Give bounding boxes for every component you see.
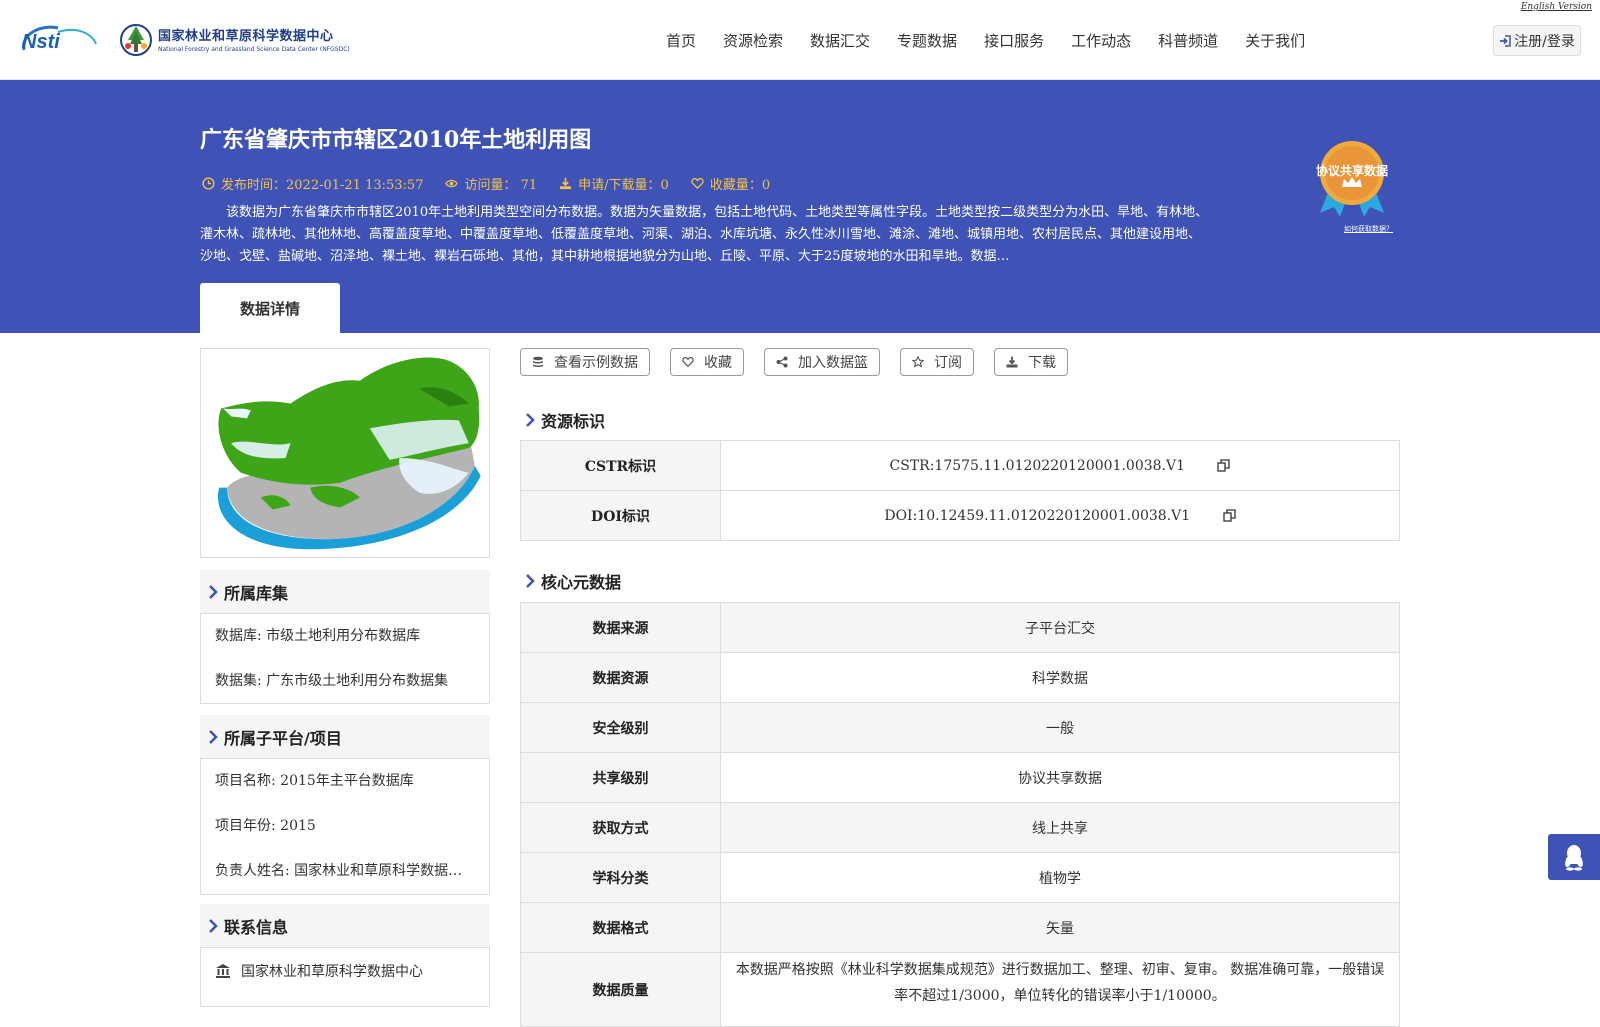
publish-time: 发布时间：2022-01-21 13:53:57 xyxy=(202,174,423,193)
collection-section-header: 所属库集 xyxy=(200,570,490,614)
login-label: 注册/登录 xyxy=(1514,33,1575,50)
download-button[interactable]: 下载 xyxy=(994,348,1068,376)
english-version-link[interactable]: English Version xyxy=(1521,2,1592,12)
table-row: 安全级别 一般 xyxy=(520,702,1400,753)
table-row: 获取方式 线上共享 xyxy=(520,802,1400,853)
top-header: English Version Nsti 国家林业和草原科学数据中心 Natio… xyxy=(0,0,1600,80)
collection-section-body: 数据库: 市级土地利用分布数据库 数据集: 广东市级土地利用分布数据集 xyxy=(200,613,490,704)
core-metadata-table: 数据来源 子平台汇交 数据资源 科学数据 安全级别 一般 共享级别 协议共享数据 获取方… xyxy=(520,602,1400,1027)
favorite-button[interactable]: 收藏 xyxy=(670,348,744,376)
nav-work-news[interactable]: 工作动态 xyxy=(1071,30,1131,51)
nav-resource-search[interactable]: 资源检索 xyxy=(723,30,783,51)
dataset-link[interactable]: 数据集: 广东市级土地利用分布数据集 xyxy=(215,665,475,710)
chevron-right-icon xyxy=(209,919,218,933)
dataset-actions: 查看示例数据 收藏 加入数据篮 订阅 下载 xyxy=(520,348,1088,376)
chevron-right-icon xyxy=(526,413,535,427)
clock-icon xyxy=(202,177,215,190)
dataset-banner: 广东省肇庆市市辖区2010年土地利用图 发布时间：2022-01-21 13:5… xyxy=(0,80,1600,333)
nav-topic-data[interactable]: 专题数据 xyxy=(897,30,957,51)
chevron-right-icon xyxy=(209,585,218,599)
favorite-count: 收藏量：0 xyxy=(691,174,770,193)
cstr-value: CSTR:17575.11.0120220120001.0038.V1 xyxy=(889,457,1186,474)
dataset-thumbnail-map[interactable] xyxy=(200,348,490,558)
project-leader: 负责人姓名: 国家林业和草原科学数据中心 xyxy=(215,863,475,879)
nav-science-channel[interactable]: 科普频道 xyxy=(1158,30,1218,51)
cstr-cell: CSTR:17575.11.0120220120001.0038.V1 xyxy=(720,440,1400,491)
doi-key: DOI标识 xyxy=(520,490,721,541)
table-row: 数据来源 子平台汇交 xyxy=(520,602,1400,653)
project-year: 项目年份: 2015 xyxy=(215,818,316,834)
contact-section-header: 联系信息 xyxy=(200,904,490,948)
center-name-en: National Forestry and Grassland Science … xyxy=(158,46,350,53)
table-row: 数据资源 科学数据 xyxy=(520,652,1400,703)
qq-penguin-icon xyxy=(1565,845,1583,871)
chevron-right-icon xyxy=(209,730,218,744)
nav-data-submission[interactable]: 数据汇交 xyxy=(810,30,870,51)
add-to-basket-button[interactable]: 加入数据篮 xyxy=(764,348,880,376)
sign-in-icon xyxy=(1500,34,1511,47)
cstr-key: CSTR标识 xyxy=(520,440,721,491)
identity-section-title: 资源标识 xyxy=(525,408,605,432)
download-icon xyxy=(1006,356,1018,368)
contact-section-body: 国家林业和草原科学数据中心 xyxy=(200,947,490,1007)
dataset-title: 广东省肇庆市市辖区2010年土地利用图 xyxy=(200,127,592,153)
nav-home[interactable]: 首页 xyxy=(666,30,696,51)
forestry-emblem-icon xyxy=(120,24,152,56)
star-outline-icon xyxy=(912,356,924,368)
login-register-button[interactable]: 注册/登录 xyxy=(1493,25,1581,56)
agreement-share-badge: 协议共享数据 xyxy=(1316,141,1388,217)
share-icon xyxy=(776,356,788,368)
database-icon xyxy=(533,356,543,367)
core-metadata-section-title: 核心元数据 xyxy=(525,569,621,593)
view-sample-data-button[interactable]: 查看示例数据 xyxy=(520,348,650,376)
nsti-logo[interactable]: Nsti xyxy=(18,22,98,54)
table-row: 数据格式 矢量 xyxy=(520,902,1400,953)
heart-outline-icon xyxy=(682,356,694,368)
table-row: DOI标识 DOI:10.12459.11.0120220120001.0038… xyxy=(520,490,1400,541)
how-to-get-data-link[interactable]: 如何获取数据？ xyxy=(1344,224,1393,234)
chevron-right-icon xyxy=(526,574,535,588)
svg-text:Nsti: Nsti xyxy=(22,31,60,53)
main-nav: 首页 资源检索 数据汇交 专题数据 接口服务 工作动态 科普频道 关于我们 xyxy=(666,30,1332,51)
visit-count: 访问量： 71 xyxy=(445,174,537,193)
download-icon xyxy=(560,177,572,190)
table-row: 共享级别 协议共享数据 xyxy=(520,752,1400,803)
table-row: CSTR标识 CSTR:17575.11.0120220120001.0038.… xyxy=(520,440,1400,491)
subscribe-button[interactable]: 订阅 xyxy=(900,348,974,376)
project-section-header: 所属子平台/项目 xyxy=(200,715,490,759)
table-row: 数据质量 本数据严格按照《林业科学数据集成规范》进行数据加工、整理、初审、复审。 … xyxy=(520,952,1400,1027)
qq-support-button[interactable] xyxy=(1548,834,1600,880)
copy-icon[interactable] xyxy=(1222,509,1236,522)
contact-org: 国家林业和草原科学数据中心 xyxy=(215,954,475,988)
tab-data-details[interactable]: 数据详情 xyxy=(200,283,340,333)
table-row: 学科分类 植物学 xyxy=(520,852,1400,903)
doi-cell: DOI:10.12459.11.0120220120001.0038.V1 xyxy=(720,490,1400,541)
eye-icon xyxy=(445,179,459,188)
center-name-cn: 国家林业和草原科学数据中心 xyxy=(158,29,334,44)
dataset-description: 该数据为广东省肇庆市市辖区2010年土地利用类型空间分布数据。数据为矢量数据，包… xyxy=(200,205,1209,264)
land-use-map-image xyxy=(217,357,481,550)
identity-table: CSTR标识 CSTR:17575.11.0120220120001.0038.… xyxy=(520,440,1400,541)
data-center-logo[interactable]: 国家林业和草原科学数据中心 National Forestry and Gras… xyxy=(118,20,350,58)
nav-about-us[interactable]: 关于我们 xyxy=(1245,30,1305,51)
copy-icon[interactable] xyxy=(1217,459,1231,472)
institution-icon xyxy=(216,964,230,978)
heart-icon xyxy=(691,178,704,190)
nav-api-service[interactable]: 接口服务 xyxy=(984,30,1044,51)
download-count: 申请/下载量：0 xyxy=(559,174,669,193)
badge-label: 协议共享数据 xyxy=(1316,163,1388,178)
doi-value: DOI:10.12459.11.0120220120001.0038.V1 xyxy=(884,507,1191,524)
dataset-stats: 发布时间：2022-01-21 13:53:57 访问量： 71 申请/下载量：… xyxy=(202,174,792,193)
database-link[interactable]: 数据库: 市级土地利用分布数据库 xyxy=(215,620,475,665)
project-name: 项目名称: 2015年主平台数据库 xyxy=(215,773,414,789)
project-section-body: 项目名称: 2015年主平台数据库 项目年份: 2015 负责人姓名: 国家林业… xyxy=(200,758,490,895)
